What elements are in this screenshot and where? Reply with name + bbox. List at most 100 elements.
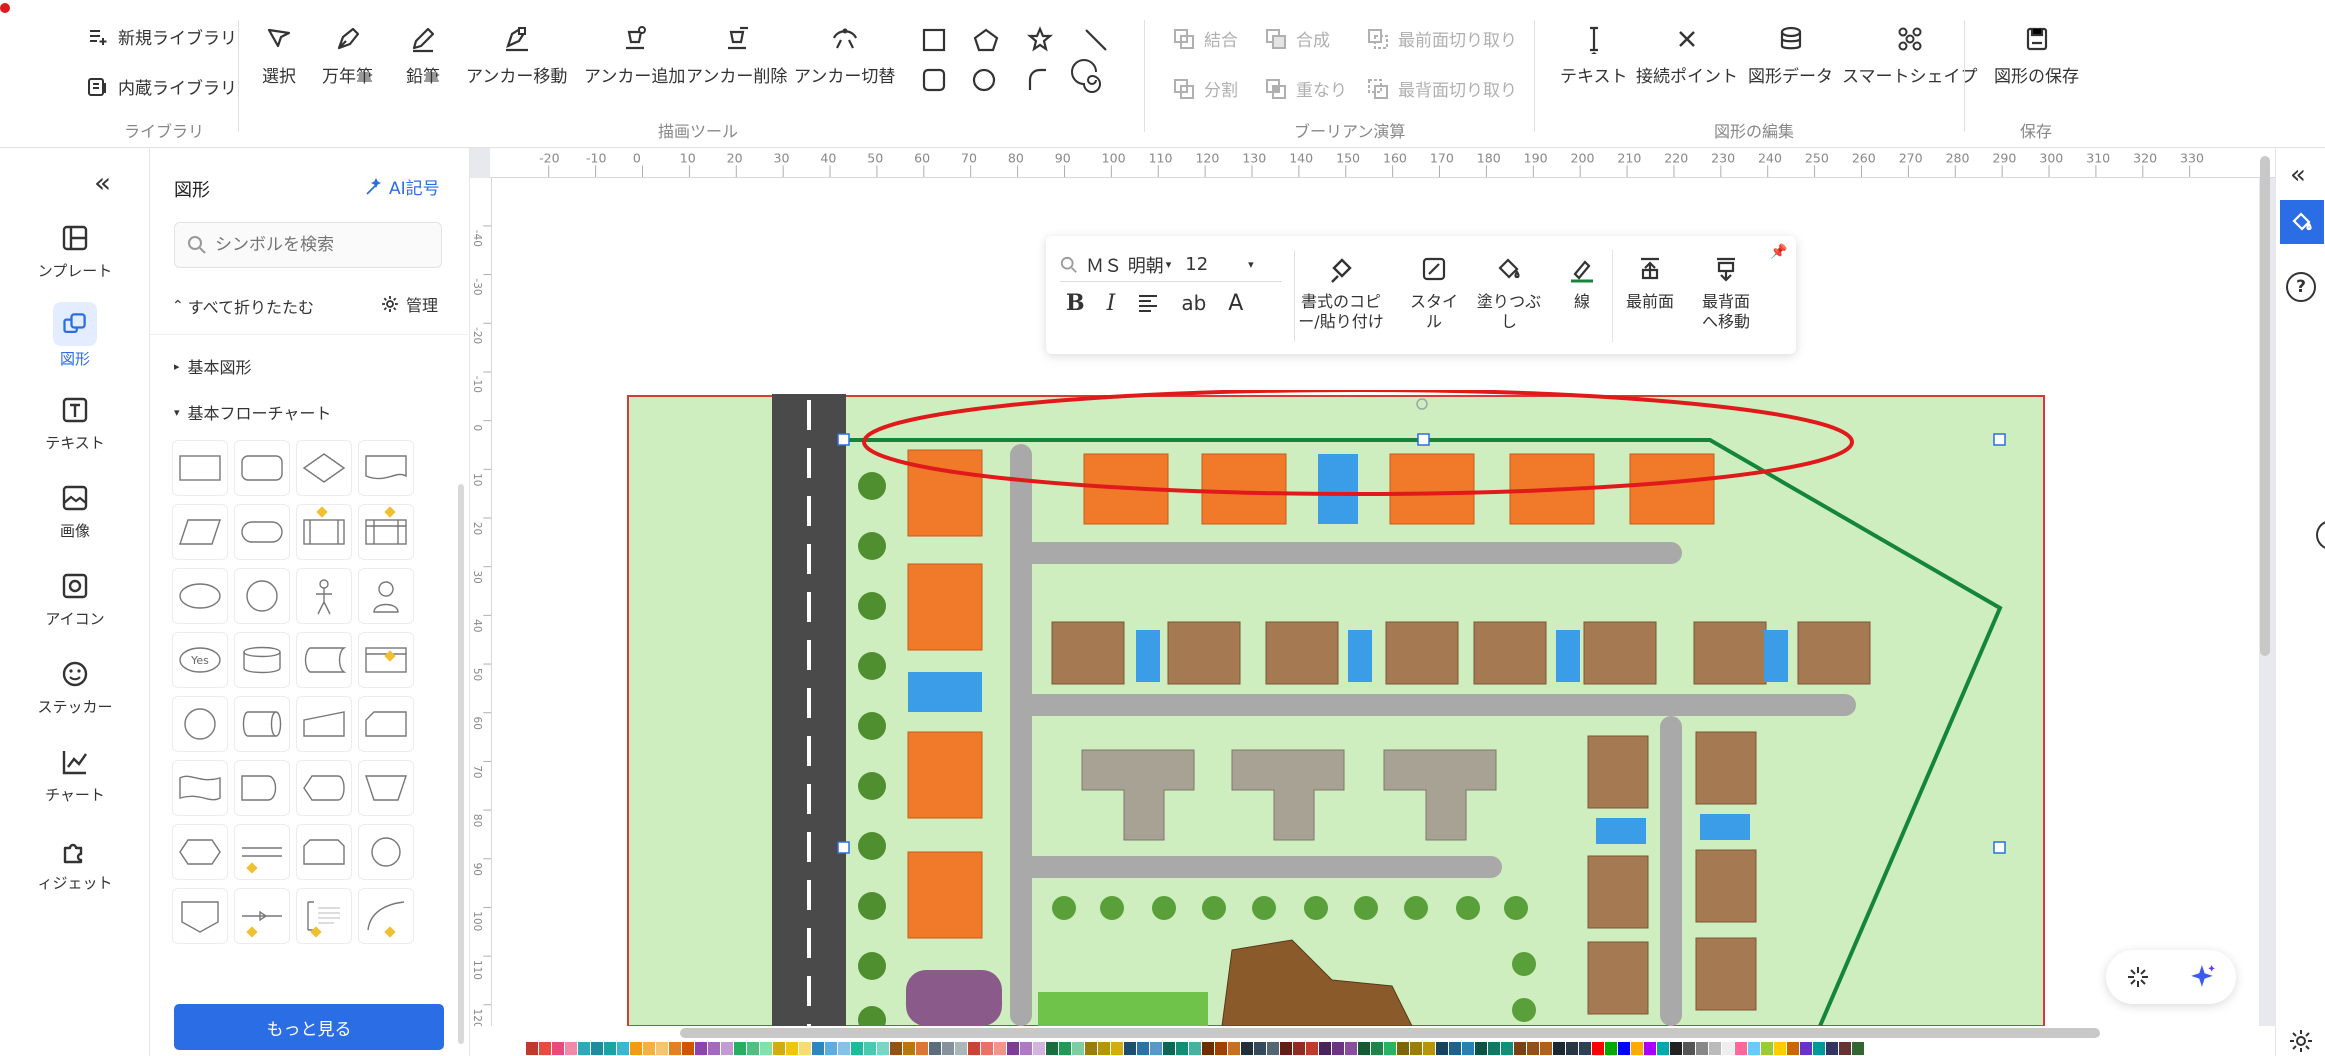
color-swatch[interactable]	[955, 1041, 967, 1055]
shape-yes-terminator[interactable]: Yes	[172, 632, 228, 688]
bring-front-button[interactable]: 最前面	[1620, 254, 1680, 312]
text-case-icon[interactable]: ab	[1181, 291, 1206, 315]
color-swatch[interactable]	[1176, 1041, 1188, 1055]
shape-punched-tape[interactable]	[172, 760, 228, 816]
color-swatch[interactable]	[734, 1041, 746, 1055]
shape-preparation[interactable]	[172, 824, 228, 880]
color-swatch[interactable]	[1241, 1041, 1253, 1055]
shape-card[interactable]	[358, 696, 414, 752]
more-button[interactable]: もっと見る	[174, 1004, 444, 1050]
color-swatch[interactable]	[526, 1041, 538, 1055]
font-name-select[interactable]: ＭＳ 明朝 ▾ 12 ▾	[1060, 248, 1282, 282]
color-swatch[interactable]	[552, 1041, 564, 1055]
smart-shape-button[interactable]: スマートシェイプ	[1842, 24, 1978, 87]
color-swatch[interactable]	[1748, 1041, 1760, 1055]
nav-icon[interactable]: アイコン	[0, 570, 150, 629]
shape-flow-arrow[interactable]	[234, 888, 290, 944]
collapse-all-button[interactable]: ⌃ すべて折りたたむ	[172, 294, 314, 318]
text-tool-button[interactable]: テキスト	[1560, 24, 1628, 87]
color-swatch[interactable]	[1826, 1041, 1838, 1055]
color-swatch[interactable]	[656, 1041, 668, 1055]
color-swatch[interactable]	[643, 1041, 655, 1055]
nav-image[interactable]: 画像	[0, 482, 150, 541]
anchor-delete-button[interactable]: アンカー削除	[686, 24, 787, 87]
color-swatch[interactable]	[1033, 1041, 1045, 1055]
color-swatch[interactable]	[1267, 1041, 1279, 1055]
color-swatch[interactable]	[1358, 1041, 1370, 1055]
color-swatch[interactable]	[1306, 1041, 1318, 1055]
color-swatch[interactable]	[1761, 1041, 1773, 1055]
color-swatch[interactable]	[1384, 1041, 1396, 1055]
color-swatch[interactable]	[1813, 1041, 1825, 1055]
color-swatch[interactable]	[851, 1041, 863, 1055]
collapse-panel-icon[interactable]: «	[94, 166, 111, 199]
section-basic-flowchart[interactable]: ▾ 基本フローチャート	[174, 400, 331, 424]
font-color-icon[interactable]: A	[1228, 291, 1243, 316]
color-swatch[interactable]	[1657, 1041, 1669, 1055]
shape-decision[interactable]	[296, 440, 352, 496]
color-swatch[interactable]	[669, 1041, 681, 1055]
shape-delay[interactable]	[234, 760, 290, 816]
color-swatch[interactable]	[1397, 1041, 1409, 1055]
color-swatch[interactable]	[916, 1041, 928, 1055]
shape-connector[interactable]	[234, 568, 290, 624]
color-swatch[interactable]	[604, 1041, 616, 1055]
color-swatch[interactable]	[1566, 1041, 1578, 1055]
nav-widget[interactable]: ィジェット	[0, 834, 150, 893]
color-swatch[interactable]	[1449, 1041, 1461, 1055]
save-shape-button[interactable]: 図形の保存	[1994, 24, 2079, 87]
nav-text[interactable]: テキスト	[0, 394, 150, 453]
color-swatch[interactable]	[786, 1041, 798, 1055]
italic-icon[interactable]: I	[1107, 291, 1116, 316]
color-swatch[interactable]	[1319, 1041, 1331, 1055]
color-swatch[interactable]	[994, 1041, 1006, 1055]
shape-on-page-reference[interactable]	[358, 824, 414, 880]
color-swatch[interactable]	[617, 1041, 629, 1055]
color-swatch[interactable]	[1215, 1041, 1227, 1055]
color-swatch[interactable]	[1046, 1041, 1058, 1055]
color-swatch[interactable]	[1592, 1041, 1604, 1055]
color-swatch[interactable]	[1293, 1041, 1305, 1055]
color-swatch[interactable]	[630, 1041, 642, 1055]
shape-data[interactable]	[172, 504, 228, 560]
anchor-toggle-button[interactable]: アンカー切替	[794, 24, 895, 87]
color-swatch[interactable]	[695, 1041, 707, 1055]
line-button[interactable]: 線	[1562, 254, 1602, 312]
shape-off-page-reference[interactable]	[172, 888, 228, 944]
color-swatch[interactable]	[578, 1041, 590, 1055]
color-swatch[interactable]	[838, 1041, 850, 1055]
shape-document[interactable]	[358, 440, 414, 496]
color-swatch[interactable]	[981, 1041, 993, 1055]
color-swatch[interactable]	[1709, 1041, 1721, 1055]
help-icon[interactable]: ?	[2286, 272, 2316, 302]
split-button[interactable]: 分割	[1172, 76, 1238, 101]
color-swatch[interactable]	[1579, 1041, 1591, 1055]
color-swatch[interactable]	[1436, 1041, 1448, 1055]
color-swatch[interactable]	[929, 1041, 941, 1055]
intersect-button[interactable]: 重なり	[1264, 76, 1347, 101]
color-swatch[interactable]	[682, 1041, 694, 1055]
color-swatch[interactable]	[1020, 1041, 1032, 1055]
color-swatch[interactable]	[825, 1041, 837, 1055]
symbol-search-input[interactable]	[215, 235, 435, 255]
color-swatch[interactable]	[1254, 1041, 1266, 1055]
color-swatch[interactable]	[864, 1041, 876, 1055]
new-library-button[interactable]: 新規ライブラリ	[86, 24, 237, 49]
shape-stored-data[interactable]	[296, 632, 352, 688]
color-swatch[interactable]	[1137, 1041, 1149, 1055]
nav-chart[interactable]: チャート	[0, 746, 150, 805]
color-swatch[interactable]	[1722, 1041, 1734, 1055]
color-swatch[interactable]	[1631, 1041, 1643, 1055]
nav-sticker[interactable]: ステッカー	[0, 658, 150, 717]
color-swatch[interactable]	[708, 1041, 720, 1055]
shape-loop-limit[interactable]	[296, 824, 352, 880]
color-swatch[interactable]	[539, 1041, 551, 1055]
ai-star-icon[interactable]	[2189, 963, 2217, 991]
front-trim-button[interactable]: 最前面切り取り	[1366, 26, 1517, 51]
color-swatch[interactable]	[1605, 1041, 1617, 1055]
shape-terminator[interactable]	[234, 504, 290, 560]
color-swatch[interactable]	[1618, 1041, 1630, 1055]
color-swatch[interactable]	[773, 1041, 785, 1055]
color-swatch[interactable]	[721, 1041, 733, 1055]
shape-process[interactable]	[172, 440, 228, 496]
